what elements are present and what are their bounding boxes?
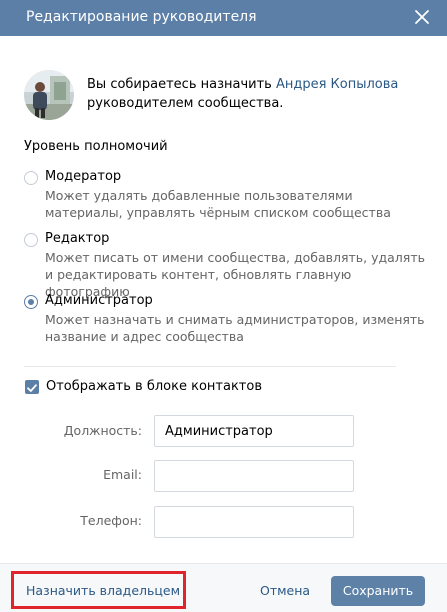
intro-text-after: руководителем сообщества. [87,96,284,111]
phone-label: Телефон: [80,513,142,528]
intro-text: Вы собираетесь назначить Андрея Копылова… [87,75,398,113]
cancel-button[interactable]: Отмена [260,583,310,598]
show-in-contacts-label[interactable]: Отображать в блоке контактов [46,379,262,394]
dialog-title: Редактирование руководителя [26,9,257,25]
intro-text-before: Вы собираетесь назначить [87,77,276,92]
user-link[interactable]: Андрея Копылова [276,77,398,92]
assign-owner-label: Назначить владельцем [26,583,181,598]
role-description: Может назначать и снимать администраторо… [45,312,425,344]
moderator-radio[interactable] [24,171,38,185]
show-in-contacts-checkbox[interactable] [25,380,39,394]
divider [24,366,396,367]
phone-input[interactable] [154,506,354,538]
position-input[interactable] [154,415,354,447]
dialog-header: Редактирование руководителя [0,0,447,36]
avatar[interactable] [24,70,74,120]
assign-owner-button[interactable]: Назначить владельцем [11,571,186,609]
role-label: Администратор [45,293,153,308]
position-label: Должность: [63,423,142,438]
close-icon[interactable] [414,9,430,25]
administrator-radio[interactable] [24,295,38,309]
email-label: Email: [103,467,142,482]
editor-radio[interactable] [24,233,38,247]
permissions-title: Уровень полномочий [24,139,168,154]
check-icon [27,384,37,392]
role-label: Модератор [45,169,122,184]
role-description: Может удалять добавленные пользователями… [45,188,391,220]
role-label: Редактор [45,231,110,246]
email-input[interactable] [154,460,354,492]
save-button[interactable]: Сохранить [331,576,425,606]
